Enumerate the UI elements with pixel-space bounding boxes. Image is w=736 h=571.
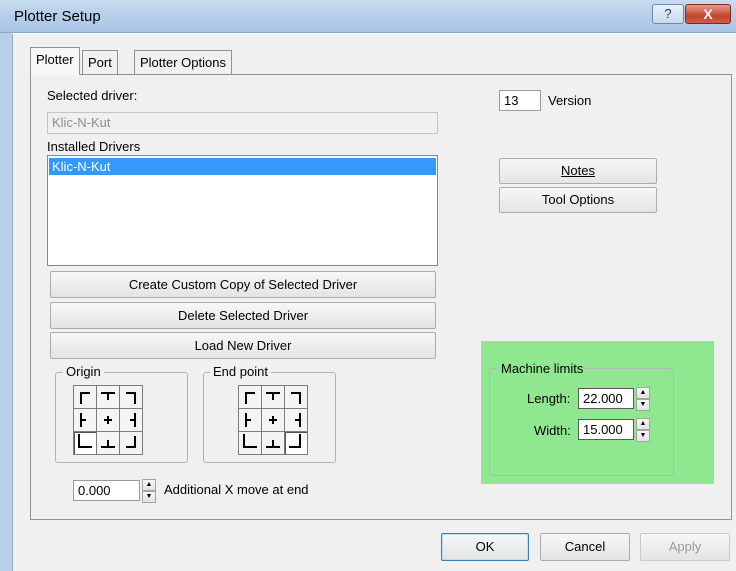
selected-driver-label: Selected driver: [47, 88, 138, 103]
width-spin-up-icon[interactable]: ▲ [636, 418, 650, 430]
origin-bottom-center[interactable] [97, 432, 119, 454]
additional-x-field[interactable]: 0.000 [73, 480, 140, 501]
list-item[interactable]: Klic-N-Kut [49, 158, 436, 175]
additional-x-label: Additional X move at end [164, 482, 309, 497]
origin-bottom-left[interactable] [74, 432, 96, 454]
origin-grid[interactable] [73, 385, 143, 455]
endpoint-top-center[interactable] [262, 386, 284, 408]
origin-top-left[interactable] [74, 386, 96, 408]
delete-driver-button[interactable]: Delete Selected Driver [50, 302, 436, 329]
width-field[interactable]: 15.000 [578, 419, 634, 440]
installed-drivers-list[interactable]: Klic-N-Kut [47, 155, 438, 266]
notes-button-label: Notes [561, 163, 595, 178]
tool-options-button-label: Tool Options [541, 192, 615, 207]
endpoint-middle-left[interactable] [239, 409, 261, 431]
ok-button[interactable]: OK [441, 533, 529, 561]
origin-top-right[interactable] [120, 386, 142, 408]
machine-limits-title: Machine limits [498, 361, 587, 376]
endpoint-bottom-center[interactable] [262, 432, 284, 454]
origin-middle-right[interactable] [120, 409, 142, 431]
installed-drivers-label: Installed Drivers [47, 139, 141, 154]
width-label: Width: [534, 423, 571, 438]
version-field: 13 [499, 90, 541, 111]
tool-options-button[interactable]: Tool Options [499, 187, 657, 213]
additional-x-spin-down-icon[interactable]: ▼ [142, 491, 156, 503]
endpoint-bottom-right[interactable] [285, 432, 307, 454]
origin-top-center[interactable] [97, 386, 119, 408]
version-label: Version [548, 93, 592, 108]
window-frame [0, 33, 12, 571]
window-title: Plotter Setup [14, 8, 101, 25]
endpoint-bottom-left[interactable] [239, 432, 261, 454]
origin-bottom-right[interactable] [120, 432, 142, 454]
length-spin-up-icon[interactable]: ▲ [636, 387, 650, 399]
width-spin-down-icon[interactable]: ▼ [636, 430, 650, 442]
endpoint-top-left[interactable] [239, 386, 261, 408]
endpoint-label: End point [210, 364, 271, 379]
tab-plotter[interactable]: Plotter [30, 47, 80, 75]
title-bar: Plotter Setup ? X [0, 0, 736, 33]
create-custom-copy-button[interactable]: Create Custom Copy of Selected Driver [50, 271, 436, 298]
tab-plotter-options[interactable]: Plotter Options [134, 50, 232, 74]
length-label: Length: [527, 391, 571, 406]
endpoint-center[interactable] [262, 409, 284, 431]
help-button[interactable]: ? [652, 4, 684, 24]
tab-port[interactable]: Port [82, 50, 118, 74]
endpoint-middle-right[interactable] [285, 409, 307, 431]
length-field[interactable]: 22.000 [578, 388, 634, 409]
cancel-button[interactable]: Cancel [540, 533, 630, 561]
origin-label: Origin [63, 364, 104, 379]
load-new-driver-button[interactable]: Load New Driver [50, 332, 436, 359]
origin-center[interactable] [97, 409, 119, 431]
endpoint-top-right[interactable] [285, 386, 307, 408]
endpoint-grid[interactable] [238, 385, 308, 455]
origin-middle-left[interactable] [74, 409, 96, 431]
notes-button[interactable]: Notes [499, 158, 657, 184]
selected-driver-field: Klic-N-Kut [47, 112, 438, 134]
length-spin-down-icon[interactable]: ▼ [636, 399, 650, 411]
close-button[interactable]: X [685, 4, 731, 24]
additional-x-spin-up-icon[interactable]: ▲ [142, 479, 156, 491]
apply-button[interactable]: Apply [640, 533, 730, 561]
